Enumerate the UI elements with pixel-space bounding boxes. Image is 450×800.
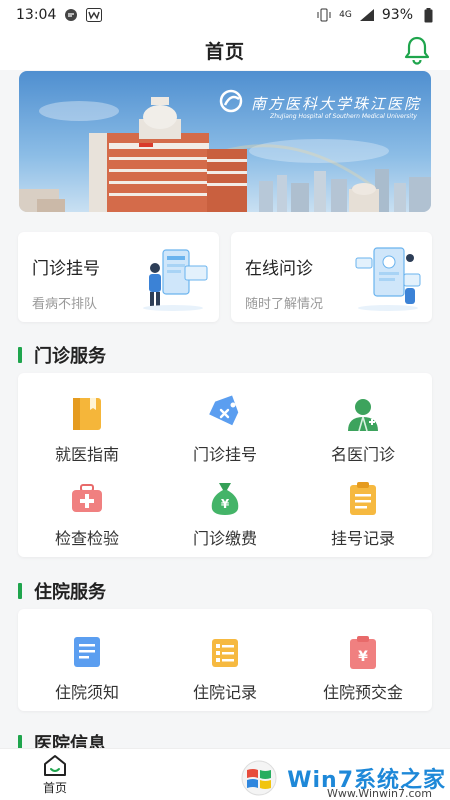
service-inpatient-record[interactable]: 住院记录 xyxy=(156,619,294,703)
outpatient-services-card: 就医指南 门诊挂号 名医门诊 检查检验 ¥ 门诊缴费 挂号记录 xyxy=(18,373,432,557)
battery-icon xyxy=(420,7,436,23)
service-label: 门诊缴费 xyxy=(192,529,257,548)
ticket-tag-icon xyxy=(209,395,239,426)
service-label: 就医指南 xyxy=(54,445,119,464)
status-bar: 13:04 4G 93% xyxy=(0,0,450,30)
section-accent-bar xyxy=(18,347,22,363)
svg-text:¥: ¥ xyxy=(358,649,368,665)
status-time: 13:04 xyxy=(16,7,57,23)
bell-icon[interactable] xyxy=(402,35,432,65)
quick-card-outpatient-registration[interactable]: 门诊挂号 看病不排队 xyxy=(18,232,219,322)
record-icon xyxy=(212,639,238,667)
service-label: 名医门诊 xyxy=(330,445,395,464)
service-medical-guide[interactable]: 就医指南 xyxy=(18,381,156,465)
consultation-illustration-icon xyxy=(355,247,421,311)
medical-kit-icon xyxy=(72,484,102,512)
section-header-outpatient: 门诊服务 xyxy=(18,342,106,368)
banner-logo-text: 南方医科大学珠江医院 xyxy=(250,95,421,113)
section-accent-bar xyxy=(18,735,22,748)
section-title: 住院服务 xyxy=(34,582,106,603)
main-content[interactable]: 南方医科大学珠江医院 ZhuJiang Hospital of Southern… xyxy=(0,70,450,748)
battery-percent: 93% xyxy=(381,7,413,23)
bottom-tab-bar: 首页 Win7系统之家 Www.Winwin7.com xyxy=(0,748,450,800)
section-accent-bar xyxy=(18,583,22,599)
quick-actions: 门诊挂号 看病不排队 在线问诊 随时了解情况 xyxy=(18,232,432,322)
service-outpatient-payment[interactable]: ¥ 门诊缴费 xyxy=(156,465,294,549)
service-examination[interactable]: 检查检验 xyxy=(18,465,156,549)
service-label: 住院须知 xyxy=(54,683,119,702)
money-bag-icon: ¥ xyxy=(211,483,239,515)
home-icon xyxy=(44,755,66,776)
service-label: 门诊挂号 xyxy=(192,445,257,464)
section-title: 医院信息 xyxy=(34,734,106,748)
section-title: 门诊服务 xyxy=(34,346,106,367)
service-label: 住院记录 xyxy=(192,683,257,702)
page-title: 首页 xyxy=(204,40,245,63)
section-header-hospital-info: 医院信息 xyxy=(18,730,106,748)
tab-home[interactable]: 首页 xyxy=(0,749,110,800)
outpatient-services-grid: 就医指南 门诊挂号 名医门诊 检查检验 ¥ 门诊缴费 挂号记录 xyxy=(18,381,432,549)
clipboard-list-icon xyxy=(350,482,376,515)
service-admission-notice[interactable]: 住院须知 xyxy=(18,619,156,703)
service-outpatient-registration[interactable]: 门诊挂号 xyxy=(156,381,294,465)
inpatient-services-grid: 住院须知 住院记录 ¥ 住院预交金 xyxy=(18,619,432,703)
status-left: 13:04 xyxy=(16,7,103,23)
svg-text:¥: ¥ xyxy=(221,497,230,511)
message-icon xyxy=(63,7,79,23)
status-right: 4G 93% xyxy=(316,7,436,23)
service-label: 挂号记录 xyxy=(330,529,395,548)
windows-logo-icon xyxy=(241,760,277,796)
deposit-clipboard-icon: ¥ xyxy=(350,636,376,669)
vibrate-icon xyxy=(316,7,332,23)
hospital-banner[interactable]: 南方医科大学珠江医院 ZhuJiang Hospital of Southern… xyxy=(19,71,431,212)
section-header-inpatient: 住院服务 xyxy=(18,578,106,604)
registration-illustration-icon xyxy=(143,249,208,311)
inpatient-services-card: 住院须知 住院记录 ¥ 住院预交金 xyxy=(18,609,432,711)
quick-card-online-consultation[interactable]: 在线问诊 随时了解情况 xyxy=(231,232,432,322)
signal-icon xyxy=(359,7,375,23)
app-w-icon xyxy=(86,7,103,23)
service-famous-doctor[interactable]: 名医门诊 xyxy=(294,381,432,465)
guide-book-icon xyxy=(73,398,101,430)
service-registration-record[interactable]: 挂号记录 xyxy=(294,465,432,549)
network-label: 4G xyxy=(339,10,352,20)
doctor-icon xyxy=(348,399,378,432)
document-icon xyxy=(74,637,100,667)
service-label: 检查检验 xyxy=(54,529,119,548)
banner-logo-subtitle: ZhuJiang Hospital of Southern Medical Un… xyxy=(270,113,417,120)
title-bar: 首页 xyxy=(0,30,450,70)
tab-label: 首页 xyxy=(42,781,67,795)
service-inpatient-deposit[interactable]: ¥ 住院预交金 xyxy=(294,619,432,703)
service-label: 住院预交金 xyxy=(322,683,403,702)
watermark-url: Www.Winwin7.com xyxy=(326,787,432,800)
